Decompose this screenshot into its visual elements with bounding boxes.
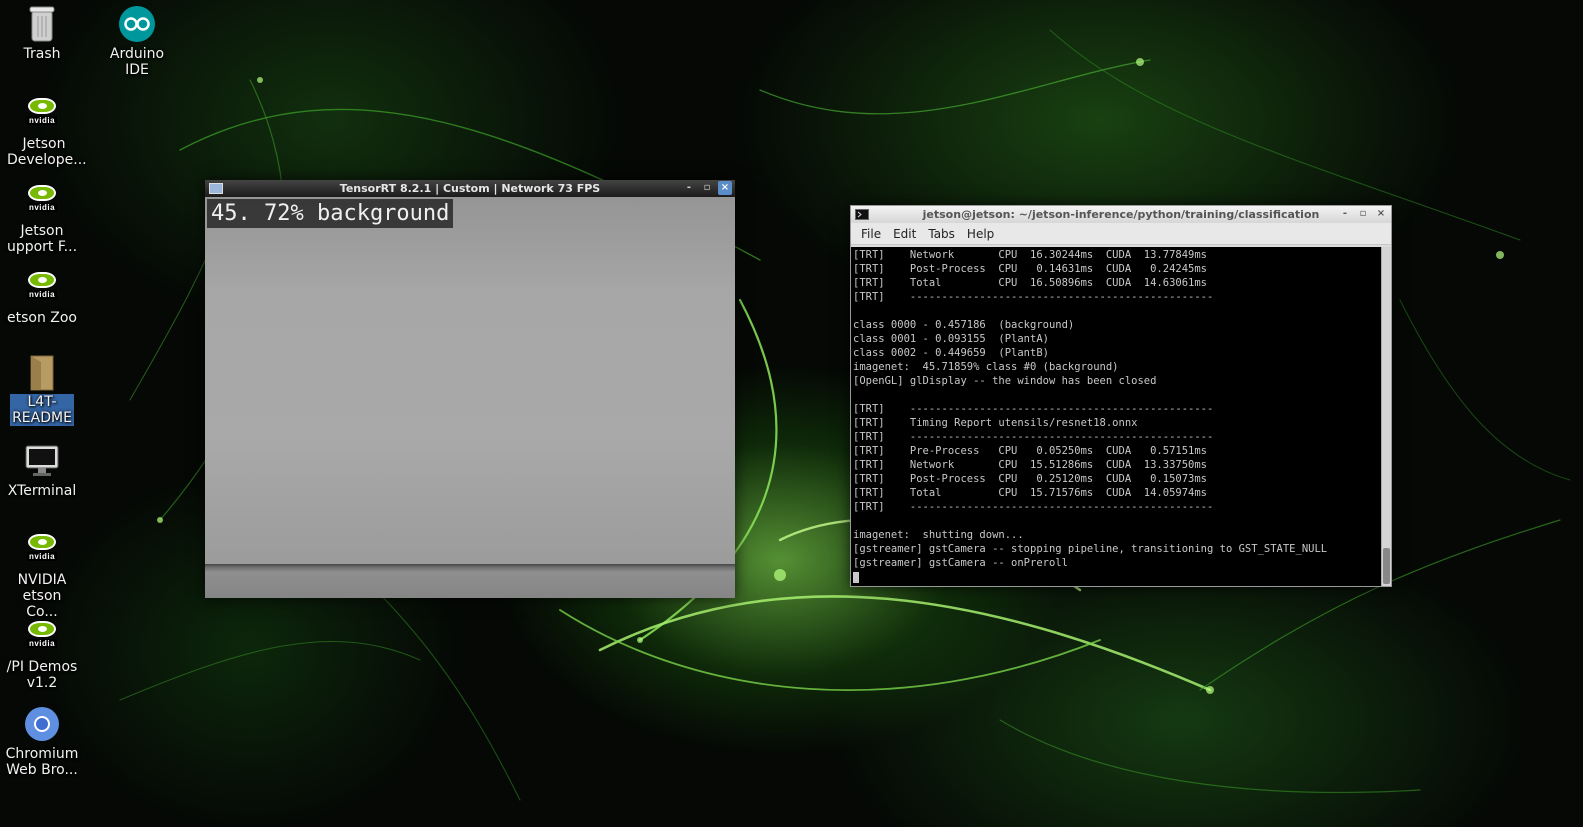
terminal-line: imagenet: shutting down...	[853, 529, 1024, 541]
nvidia-icon: nvidia	[22, 181, 62, 221]
menu-file[interactable]: File	[857, 227, 885, 241]
desktop-icon-label: NVIDIA etson Co...	[17, 572, 67, 620]
terminal-line: [TRT] Post-Process CPU 0.25120ms CUDA 0.…	[853, 473, 1208, 485]
terminal-line: class 0002 - 0.449659 (PlantB)	[853, 347, 1049, 359]
nvidia-icon: nvidia	[22, 268, 62, 308]
terminal-line: [gstreamer] gstCamera -- onPreroll	[853, 557, 1068, 569]
menu-help[interactable]: Help	[963, 227, 998, 241]
terminal-scrollbar[interactable]	[1381, 247, 1391, 586]
desktop-icon-label: Trash	[23, 46, 61, 62]
camera-feed	[205, 197, 735, 598]
window-app-icon	[209, 183, 223, 194]
desktop-icon-label: Jetson upport F...	[6, 223, 78, 255]
camera-window[interactable]: TensorRT 8.2.1 | Custom | Network 73 FPS…	[205, 180, 735, 598]
menu-edit[interactable]: Edit	[889, 227, 920, 241]
desktop-icon-xterminal[interactable]: XTerminal	[0, 441, 90, 499]
desktop-icon-chromium[interactable]: Chromium Web Bro...	[0, 704, 90, 778]
terminal-line: [OpenGL] glDisplay -- the window has bee…	[853, 375, 1157, 387]
desktop-icon-nvidia-jetson-co[interactable]: nvidia NVIDIA etson Co...	[0, 530, 90, 620]
nvidia-icon: nvidia	[22, 617, 62, 657]
classification-overlay: 45. 72% background	[207, 199, 454, 228]
terminal-window-title: jetson@jetson: ~/jetson-inference/python…	[922, 208, 1320, 221]
maximize-button[interactable]: ▫	[700, 181, 714, 195]
terminal-line: [TRT] Network CPU 16.30244ms CUDA 13.778…	[853, 249, 1208, 261]
close-button[interactable]: ×	[718, 181, 732, 195]
desktop-icon-jetson-support[interactable]: nvidia Jetson upport F...	[0, 181, 90, 255]
camera-window-titlebar[interactable]: TensorRT 8.2.1 | Custom | Network 73 FPS…	[205, 180, 735, 197]
terminal-cursor	[853, 571, 859, 583]
terminal-line: [TRT] Total CPU 16.50896ms CUDA 14.63061…	[853, 277, 1208, 289]
terminal-line: class 0000 - 0.457186 (background)	[853, 319, 1075, 331]
desktop-icon-label: etson Zoo	[6, 310, 77, 326]
folder-icon	[22, 352, 62, 392]
minimize-button[interactable]: -	[1338, 207, 1352, 221]
terminal-menubar: File Edit Tabs Help	[851, 223, 1391, 245]
desktop-icon-label: Chromium Web Bro...	[5, 746, 79, 778]
close-button[interactable]: ×	[1374, 207, 1388, 221]
terminal-line: [TRT] Network CPU 15.51286ms CUDA 13.337…	[853, 459, 1208, 471]
desktop-icon-label: XTerminal	[7, 483, 77, 499]
minimize-button[interactable]: -	[682, 181, 696, 195]
menu-tabs[interactable]: Tabs	[924, 227, 959, 241]
terminal-prompt-line	[853, 570, 1379, 584]
terminal-line: [TRT] ----------------------------------…	[853, 291, 1214, 303]
chromium-icon	[22, 704, 62, 744]
terminal-line: [gstreamer] gstCamera -- stopping pipeli…	[853, 543, 1328, 555]
maximize-button[interactable]: ▫	[1356, 207, 1370, 221]
desktop-icon-l4t-readme[interactable]: L4T-README	[0, 352, 90, 426]
terminal-line: class 0001 - 0.093155 (PlantA)	[853, 333, 1049, 345]
terminal-line: imagenet: 45.71859% class #0 (background…	[853, 361, 1119, 373]
desktop-icon-vpi-demos[interactable]: nvidia /PI Demos v1.2	[0, 617, 90, 691]
camera-feed-ledge	[205, 564, 735, 598]
terminal-output[interactable]: [TRT] Network CPU 16.30244ms CUDA 13.778…	[851, 247, 1381, 586]
terminal-line: [TRT] ----------------------------------…	[853, 431, 1214, 443]
terminal-icon	[855, 209, 869, 220]
desktop-icon-label: L4T-README	[10, 394, 74, 426]
desktop-icon-label: Arduino IDE	[109, 46, 165, 78]
terminal-window-titlebar[interactable]: jetson@jetson: ~/jetson-inference/python…	[851, 206, 1391, 223]
terminal-line: [TRT] ----------------------------------…	[853, 403, 1214, 415]
desktop-icon-trash[interactable]: Trash	[0, 4, 90, 62]
desktop-icon-arduino-ide[interactable]: Arduino IDE	[89, 4, 185, 78]
nvidia-icon: nvidia	[22, 94, 62, 134]
trash-icon	[22, 4, 62, 44]
terminal-window[interactable]: jetson@jetson: ~/jetson-inference/python…	[850, 205, 1392, 587]
terminal-line: [TRT] Total CPU 15.71576ms CUDA 14.05974…	[853, 487, 1208, 499]
scrollbar-thumb[interactable]	[1383, 548, 1390, 584]
desktop-icon-jetson-developer[interactable]: nvidia Jetson Develope...	[0, 94, 90, 168]
terminal-line: [TRT] Post-Process CPU 0.14631ms CUDA 0.…	[853, 263, 1208, 275]
monitor-icon	[22, 441, 62, 481]
desktop-icon-jetson-zoo[interactable]: nvidia etson Zoo	[0, 268, 90, 326]
nvidia-icon: nvidia	[22, 530, 62, 570]
arduino-icon	[117, 4, 157, 44]
terminal-line: [TRT] Timing Report utensils/resnet18.on…	[853, 417, 1138, 429]
desktop-icon-label: /PI Demos v1.2	[6, 659, 78, 691]
desktop-icon-label: Jetson Develope...	[7, 136, 87, 168]
terminal-line: [TRT] ----------------------------------…	[853, 501, 1214, 513]
camera-window-title: TensorRT 8.2.1 | Custom | Network 73 FPS	[339, 182, 601, 195]
terminal-line: [TRT] Pre-Process CPU 0.05250ms CUDA 0.5…	[853, 445, 1208, 457]
